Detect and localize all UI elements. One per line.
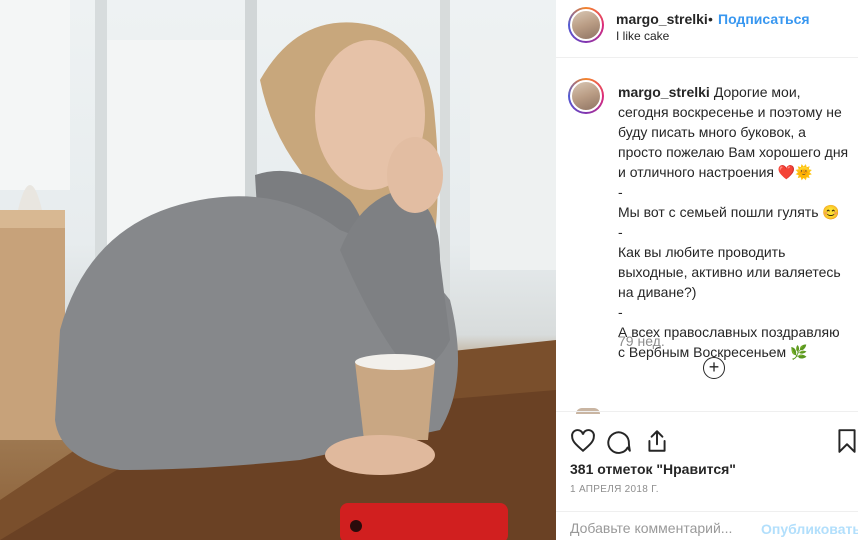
username-link[interactable]: margo_strelki	[616, 11, 708, 27]
post-panel: margo_strelki • Подписаться I like cake …	[556, 0, 858, 540]
caption-avatar[interactable]	[568, 78, 604, 114]
comment-form: Опубликовать	[556, 511, 858, 540]
caption-body: Дорогие мои, сегодня воскресенье и поэто…	[618, 84, 849, 360]
post-header: margo_strelki • Подписаться I like cake	[556, 0, 858, 58]
bookmark-icon[interactable]	[834, 428, 858, 454]
follow-button[interactable]: Подписаться	[718, 11, 810, 27]
likes-count[interactable]: 381 отметок "Нравится"	[570, 461, 736, 477]
post-date: 1 АПРЕЛЯ 2018 Г.	[570, 484, 659, 495]
caption-text: margo_strelki Дорогие мои, сегодня воскре…	[618, 82, 850, 362]
avatar[interactable]	[568, 7, 604, 43]
separator-dot: •	[708, 11, 713, 27]
photo-illustration	[0, 0, 556, 540]
location-link[interactable]: I like cake	[616, 29, 669, 43]
caption-section: margo_strelki Дорогие мои, сегодня воскре…	[556, 58, 858, 414]
action-bar: 381 отметок "Нравится" 1 АПРЕЛЯ 2018 Г.	[556, 411, 858, 511]
heart-icon[interactable]	[570, 428, 596, 454]
load-more-comments-button[interactable]: +	[703, 357, 725, 379]
comment-input[interactable]	[570, 520, 750, 536]
post-time[interactable]: 79 нед.	[618, 333, 665, 349]
publish-button[interactable]: Опубликовать	[761, 521, 858, 537]
caption-username[interactable]: margo_strelki	[618, 84, 710, 100]
comment-icon[interactable]	[606, 428, 632, 454]
share-icon[interactable]	[644, 428, 670, 454]
post-photo[interactable]	[0, 0, 556, 540]
